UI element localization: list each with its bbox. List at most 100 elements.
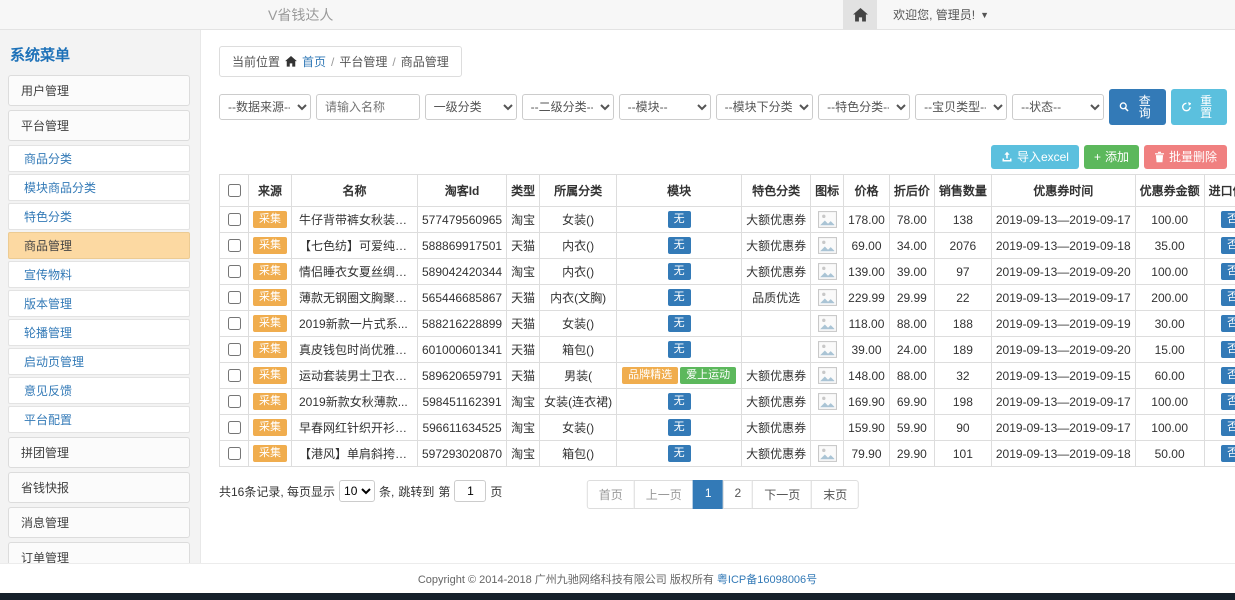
row-checkbox[interactable] (228, 317, 241, 330)
import-select-toggle[interactable]: 否 (1221, 419, 1235, 436)
row-checkbox[interactable] (228, 369, 241, 382)
sidebar-subitem[interactable]: 意见反馈 (8, 377, 190, 404)
row-checkbox[interactable] (228, 265, 241, 278)
row-checkbox-cell (220, 311, 249, 337)
sidebar-subitem[interactable]: 启动页管理 (8, 348, 190, 375)
source-badge: 采集 (253, 419, 287, 436)
source-cell: 采集 (249, 337, 292, 363)
product-thumbnail (818, 237, 837, 254)
import-select-cell: 否 (1204, 259, 1235, 285)
user-menu[interactable]: 欢迎您, 管理员! ▼ (877, 0, 1005, 29)
filter-select[interactable]: --模块-- (619, 94, 711, 120)
coupon-time: 2019-09-13—2019-09-18 (991, 233, 1135, 259)
sidebar-item[interactable]: 平台管理 (8, 110, 190, 141)
row-checkbox[interactable] (228, 447, 241, 460)
filter-select[interactable]: --特色分类-- (818, 94, 910, 120)
name-input[interactable] (316, 94, 420, 120)
sidebar-subitem[interactable]: 商品分类 (8, 145, 190, 172)
topbar-right: 欢迎您, 管理员! ▼ (843, 0, 1005, 29)
import-select-toggle[interactable]: 否 (1221, 263, 1235, 280)
product-name: 早春网红针织开衫女春... (292, 415, 418, 441)
sales-count: 188 (934, 311, 991, 337)
breadcrumb: 当前位置 首页 / 平台管理 / 商品管理 (219, 46, 462, 77)
filter-select[interactable]: --状态-- (1012, 94, 1104, 120)
column-header: 进口优选 (1204, 175, 1235, 207)
import-select-toggle[interactable]: 否 (1221, 367, 1235, 384)
batch-delete-button[interactable]: 批量删除 (1144, 145, 1227, 169)
row-checkbox[interactable] (228, 421, 241, 434)
source-cell: 采集 (249, 259, 292, 285)
select-all-checkbox[interactable] (228, 184, 241, 197)
sidebar-item[interactable]: 省钱快报 (8, 472, 190, 503)
sidebar-subitem[interactable]: 商品管理 (8, 232, 190, 259)
page-button-2[interactable]: 2 (723, 480, 754, 509)
search-button[interactable]: 查询 (1109, 89, 1165, 125)
filter-select[interactable]: 一级分类 (425, 94, 517, 120)
page-number-input[interactable] (454, 480, 486, 502)
add-button[interactable]: + 添加 (1084, 145, 1139, 169)
row-checkbox[interactable] (228, 239, 241, 252)
page-word-before: 第 (438, 483, 450, 500)
row-checkbox[interactable] (228, 395, 241, 408)
search-icon (1119, 101, 1130, 113)
page-size-select[interactable]: 10 (339, 480, 375, 502)
table-row: 采集 早春网红针织开衫女春... 596611634525 淘宝 女装() 无 … (220, 415, 1235, 441)
footer: Copyright © 2014-2018 广州九驰网络科技有限公司 版权所有 … (0, 563, 1235, 593)
import-select-toggle[interactable]: 否 (1221, 393, 1235, 410)
product-category: 箱包() (540, 337, 617, 363)
row-checkbox[interactable] (228, 291, 241, 304)
coupon-amount: 100.00 (1135, 415, 1204, 441)
source-cell: 采集 (249, 285, 292, 311)
image-icon (818, 393, 837, 410)
sidebar-subitem[interactable]: 模块商品分类 (8, 174, 190, 201)
taoke-id: 588216228899 (418, 311, 507, 337)
import-select-toggle[interactable]: 否 (1221, 237, 1235, 254)
sidebar-item[interactable]: 拼团管理 (8, 437, 190, 468)
product-name: 真皮钱包时尚优雅女士... (292, 337, 418, 363)
row-checkbox-cell (220, 337, 249, 363)
sidebar-item-label: 省钱快报 (21, 481, 69, 495)
module-badge: 无 (668, 211, 691, 228)
row-checkbox[interactable] (228, 343, 241, 356)
taoke-id: 597293020870 (418, 441, 507, 467)
discount-price: 34.00 (889, 233, 934, 259)
table-body: 采集 牛仔背带裤女秋装减龄... 577479560965 淘宝 女装() 无 … (220, 207, 1235, 467)
discount-price: 88.00 (889, 311, 934, 337)
filter-select[interactable]: --数据来源-- (219, 94, 311, 120)
prev-page-button[interactable]: 上一页 (634, 480, 694, 509)
sidebar-item[interactable]: 用户管理 (8, 75, 190, 106)
sidebar-item[interactable]: 消息管理 (8, 507, 190, 538)
reset-button[interactable]: 重置 (1171, 89, 1227, 125)
import-select-toggle[interactable]: 否 (1221, 341, 1235, 358)
icp-link[interactable]: 粤ICP备16098006号 (717, 574, 817, 586)
reset-button-label: 重置 (1195, 95, 1217, 119)
next-page-button[interactable]: 下一页 (752, 480, 812, 509)
home-button[interactable] (843, 0, 877, 29)
product-type: 淘宝 (507, 389, 540, 415)
first-page-button[interactable]: 首页 (587, 480, 635, 509)
filter-select[interactable]: --模块下分类-- (716, 94, 813, 120)
sidebar-subitem[interactable]: 宣传物料 (8, 261, 190, 288)
sidebar-subitem[interactable]: 轮播管理 (8, 319, 190, 346)
pagination-bar: 共16条记录, 每页显示 10 条, 跳转到 第 页 首页 上一页 1 2 下一… (219, 480, 1227, 512)
source-badge: 采集 (253, 341, 287, 358)
breadcrumb-home-link[interactable]: 首页 (302, 53, 326, 70)
import-select-toggle[interactable]: 否 (1221, 315, 1235, 332)
import-excel-button[interactable]: 导入excel (991, 145, 1079, 169)
filter-select[interactable]: --二级分类-- (522, 94, 614, 120)
page-button-1[interactable]: 1 (693, 480, 724, 509)
row-checkbox[interactable] (228, 213, 241, 226)
filter-select[interactable]: --宝贝类型-- (915, 94, 1007, 120)
sidebar-subitem[interactable]: 平台配置 (8, 406, 190, 433)
special-category (742, 337, 811, 363)
sidebar-subitem[interactable]: 特色分类 (8, 203, 190, 230)
sidebar-subitem[interactable]: 版本管理 (8, 290, 190, 317)
table-row: 采集 牛仔背带裤女秋装减龄... 577479560965 淘宝 女装() 无 … (220, 207, 1235, 233)
table-row: 采集 【港风】单肩斜挎链条... 597293020870 淘宝 箱包() 无 … (220, 441, 1235, 467)
import-select-toggle[interactable]: 否 (1221, 445, 1235, 462)
sidebar-subitem-label: 版本管理 (24, 297, 72, 311)
last-page-button[interactable]: 末页 (811, 480, 859, 509)
import-select-toggle[interactable]: 否 (1221, 289, 1235, 306)
import-select-toggle[interactable]: 否 (1221, 211, 1235, 228)
product-name: 2019新款女秋薄款... (292, 389, 418, 415)
